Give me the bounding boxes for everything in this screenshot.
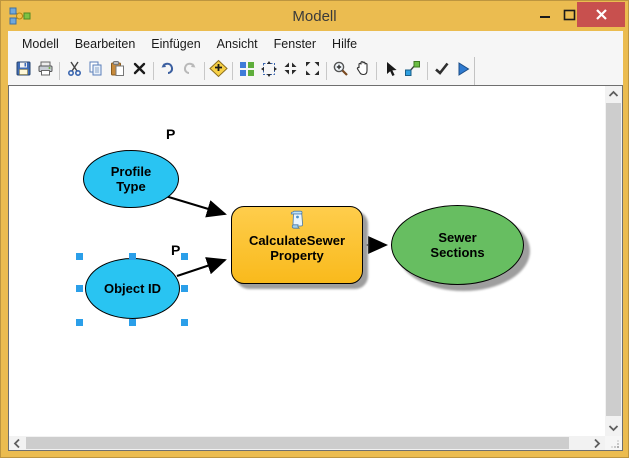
script-tool-icon [287, 210, 307, 233]
node-label-line: Property [270, 248, 324, 263]
node-sewer-sections[interactable]: Sewer Sections [391, 205, 524, 285]
add-data-button[interactable] [207, 59, 229, 83]
node-label-line: Type [116, 179, 146, 194]
vertical-scrollbar[interactable] [605, 86, 622, 436]
pan-icon [354, 60, 371, 82]
toolbar-separator [232, 62, 234, 80]
selection-handle[interactable] [181, 253, 188, 260]
node-profile-type[interactable]: Profile Type [83, 150, 179, 208]
add-data-icon [209, 59, 228, 83]
paste-icon [109, 60, 126, 82]
node-label-line: Object ID [103, 281, 162, 296]
auto-layout-icon [239, 61, 255, 82]
paste-button[interactable] [107, 59, 129, 83]
print-icon [37, 60, 54, 82]
node-label-line: Sewer [438, 230, 477, 245]
node-object-id[interactable]: Object ID [85, 258, 180, 319]
selection-handle[interactable] [76, 285, 83, 292]
node-label-line: Sections [430, 245, 485, 260]
connect-button[interactable] [402, 59, 424, 83]
node-calculate-sewer-property[interactable]: CalculateSewer Property [231, 206, 363, 284]
resize-grip[interactable] [605, 436, 622, 450]
scroll-left-button[interactable] [9, 436, 25, 450]
toolbar-island [8, 57, 475, 85]
menu-ansicht[interactable]: Ansicht [209, 33, 266, 55]
validate-icon [433, 60, 450, 82]
model-content-area: P P Profile Type Object ID CalculateSewe… [8, 85, 623, 451]
toolbar-separator [376, 62, 378, 80]
toolbar-separator [203, 62, 205, 80]
minimize-button[interactable] [534, 5, 556, 25]
connector-object-id-to-tool[interactable] [176, 257, 227, 277]
menu-bearbeiten[interactable]: Bearbeiten [67, 33, 143, 55]
toolbar-separator [426, 62, 428, 80]
connect-icon [404, 60, 421, 82]
copy-icon [87, 60, 104, 82]
parameter-label-profile-type: P [166, 126, 176, 142]
selection-handle[interactable] [129, 319, 136, 326]
undo-icon [159, 60, 176, 82]
pan-button[interactable] [352, 59, 374, 83]
delete-icon [132, 61, 147, 81]
delete-button[interactable] [128, 59, 150, 83]
run-icon [455, 61, 471, 82]
selection-handle[interactable] [181, 285, 188, 292]
toolbar-separator [153, 62, 155, 80]
cut-button[interactable] [63, 59, 85, 83]
modelbuilder-app-icon[interactable] [7, 5, 33, 27]
menu-modell[interactable]: Modell [14, 33, 67, 55]
print-button[interactable] [35, 59, 57, 83]
node-label-line: Profile [110, 164, 152, 179]
run-button[interactable] [452, 59, 474, 83]
save-button[interactable] [13, 59, 35, 83]
redo-button[interactable] [179, 59, 201, 83]
validate-button[interactable] [431, 59, 453, 83]
auto-layout-button[interactable] [236, 59, 258, 83]
select-button[interactable] [380, 59, 402, 83]
fixed-zoom-in-button[interactable] [279, 59, 301, 83]
selection-handle[interactable] [76, 253, 83, 260]
node-label-line: CalculateSewer [248, 233, 346, 248]
toolbar [8, 57, 623, 85]
cut-icon [66, 60, 83, 82]
menu-fenster[interactable]: Fenster [266, 33, 324, 55]
select-icon [383, 61, 399, 82]
zoom-in-icon [332, 60, 349, 82]
titlebar[interactable]: Modell [1, 1, 628, 31]
selection-handle[interactable] [181, 319, 188, 326]
redo-icon [181, 60, 198, 82]
scroll-down-button[interactable] [605, 420, 622, 436]
menu-hilfe[interactable]: Hilfe [324, 33, 365, 55]
zoom-in-button[interactable] [330, 59, 352, 83]
scroll-right-button[interactable] [589, 436, 605, 450]
toolbar-separator [59, 62, 61, 80]
vertical-scroll-thumb[interactable] [606, 103, 621, 416]
horizontal-scrollbar[interactable] [9, 436, 605, 450]
full-extent-button[interactable] [258, 59, 280, 83]
horizontal-scroll-thumb[interactable] [26, 437, 569, 449]
close-button[interactable] [577, 2, 625, 27]
modelbuilder-window: Modell Modell Bearbeiten Einfügen Ansich… [0, 0, 629, 458]
undo-button[interactable] [157, 59, 179, 83]
save-icon [15, 60, 32, 82]
fixed-zoom-in-icon [282, 60, 299, 82]
fixed-zoom-out-button[interactable] [301, 59, 323, 83]
menu-einfuegen[interactable]: Einfügen [143, 33, 208, 55]
parameter-label-object-id: P [171, 242, 181, 258]
selection-handle[interactable] [129, 253, 136, 260]
toolbar-separator [325, 62, 327, 80]
scroll-up-button[interactable] [605, 86, 622, 102]
fixed-zoom-out-icon [304, 60, 321, 82]
menubar: Modell Bearbeiten Einfügen Ansicht Fenst… [8, 31, 623, 57]
connector-profile-type-to-tool[interactable] [161, 194, 227, 218]
model-canvas[interactable]: P P Profile Type Object ID CalculateSewe… [9, 86, 605, 436]
selection-handle[interactable] [76, 319, 83, 326]
copy-button[interactable] [85, 59, 107, 83]
full-extent-icon [260, 60, 278, 83]
